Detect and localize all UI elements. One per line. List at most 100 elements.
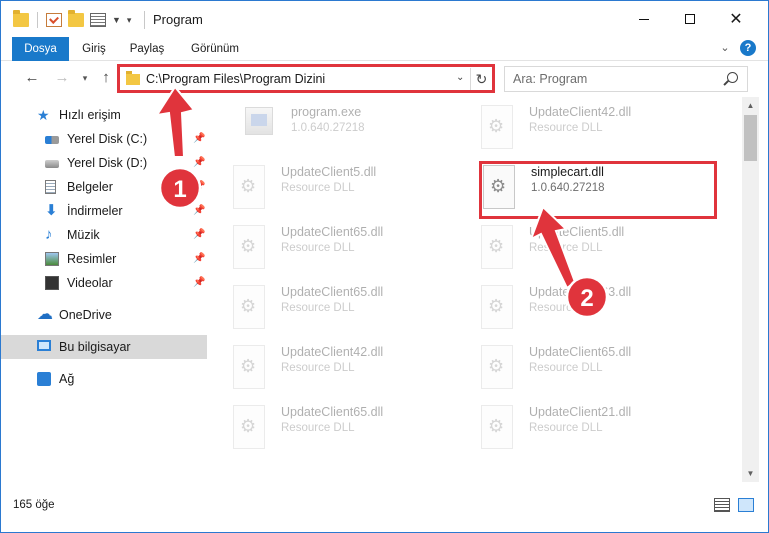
tab-file[interactable]: Dosya [12,37,69,61]
minimize-button[interactable] [621,1,667,37]
pin-icon[interactable]: 📌 [193,157,205,168]
file-type: Resource DLL [281,242,355,254]
file-type: Resource DLL [529,122,603,134]
pin-icon[interactable]: 📌 [193,277,205,288]
file-item[interactable]: UpdateClient42.dll Resource DLL [481,105,721,161]
file-type: Resource DLL [529,362,603,374]
sidebar-item-label: Yerel Disk (D:) [67,156,148,170]
file-name: UpdateClient65.dll [281,285,384,299]
close-icon: ✕ [729,11,743,28]
dll-file-icon [481,225,513,269]
pin-icon[interactable]: 📌 [193,133,205,144]
dll-file-icon [233,165,265,209]
navigation-bar: ← → ▾ ↑ C:\Program Files\Program Dizini … [1,62,768,94]
properties-icon[interactable] [90,13,106,27]
file-type: Resource DLL [529,242,603,254]
sidebar-item-label: Ağ [59,372,75,386]
file-name: UpdateClient65.dll [281,405,384,419]
pin-icon[interactable]: 📌 [193,253,205,264]
search-input[interactable] [513,71,713,87]
sidebar-item-label: Videolar [67,276,113,290]
expand-ribbon-icon[interactable]: ⌄ [718,41,732,55]
sidebar-item-label: OneDrive [59,308,112,322]
pictures-icon [45,252,59,266]
customize-toolbar-icon[interactable]: ▾ [127,15,132,26]
recent-locations-icon[interactable]: ▾ [79,68,91,88]
sidebar-item-pictures[interactable]: Resimler 📌 [1,247,207,271]
dll-file-icon [233,225,265,269]
dll-file-icon [233,285,265,329]
help-icon[interactable]: ? [740,40,756,56]
vertical-scrollbar[interactable]: ▲ ▼ [742,97,759,482]
sidebar-item-label: Resimler [67,252,117,266]
file-item[interactable]: UpdateClient5.dll Resource DLL [233,165,473,221]
file-item[interactable]: UpdateClient65.dll Resource DLL [233,285,473,341]
file-item[interactable]: UpdateClient21.dll Resource DLL [481,405,721,461]
pin-icon[interactable]: 📌 [193,181,205,192]
file-explorer-window: ▼ ▾ Program ✕ Dosya Giriş Paylaş Görünüm… [0,0,769,533]
minimize-icon [639,18,649,20]
file-item[interactable]: UpdateClient63.dll Resource DLL [481,285,721,341]
sidebar-item-onedrive[interactable]: ☁ OneDrive [1,303,207,327]
sidebar-item-quick-access[interactable]: ★ Hızlı erişim [1,103,207,127]
search-box[interactable] [504,66,748,92]
pin-icon[interactable]: 📌 [193,229,205,240]
tab-view[interactable]: Görünüm [183,37,247,61]
exe-file-icon [245,107,273,135]
sidebar-item-label: Müzik [67,228,100,242]
sidebar-item-downloads[interactable]: ⬇ İndirmeler 📌 [1,199,207,223]
file-item[interactable]: UpdateClient65.dll Resource DLL [233,225,473,281]
sidebar-item-music[interactable]: ♪ Müzik 📌 [1,223,207,247]
sidebar-item-label: Yerel Disk (C:) [67,132,148,146]
file-item[interactable]: UpdateClient65.dll Resource DLL [233,405,473,461]
file-name: UpdateClient65.dll [529,345,632,359]
file-type: Resource DLL [281,182,355,194]
sidebar-item-local-disk-c[interactable]: Yerel Disk (C:) 📌 [1,127,207,151]
file-type: Resource DLL [281,422,355,434]
file-item[interactable]: program.exe 1.0.640.27218 [243,105,483,161]
sidebar-item-label: Bu bilgisayar [59,340,131,354]
sidebar-item-videos[interactable]: Videolar 📌 [1,271,207,295]
file-type: Resource DLL [529,422,603,434]
pin-icon[interactable]: 📌 [193,205,205,216]
download-icon: ⬇ [45,202,58,219]
properties-check-icon[interactable] [46,13,62,27]
file-item[interactable]: UpdateClient42.dll Resource DLL [233,345,473,401]
file-name: UpdateClient5.dll [529,225,625,239]
title-bar: ▼ ▾ Program ✕ [1,1,768,37]
file-type: Resource DLL [281,302,355,314]
file-item[interactable]: UpdateClient65.dll Resource DLL [481,345,721,401]
file-type: Resource DLL [281,362,355,374]
disk-icon [45,160,59,168]
tab-home[interactable]: Giriş [75,37,113,61]
tab-share[interactable]: Paylaş [123,37,171,61]
scroll-down-icon[interactable]: ▼ [742,465,759,482]
forward-arrow-icon[interactable]: → [53,68,71,88]
maximize-button[interactable] [667,1,713,37]
status-bar: 165 öğe [1,493,768,517]
sidebar-item-local-disk-d[interactable]: Yerel Disk (D:) 📌 [1,151,207,175]
file-name: UpdateClient5.dll [281,165,377,179]
back-arrow-icon[interactable]: ← [23,68,41,88]
scroll-up-icon[interactable]: ▲ [742,97,759,114]
file-highlight-box [479,161,717,219]
dll-file-icon [481,105,513,149]
scroll-thumb[interactable] [744,115,757,161]
details-view-icon[interactable] [714,498,730,512]
window-title: Program [153,12,203,27]
search-icon[interactable] [727,72,738,83]
ribbon-tabs: Dosya Giriş Paylaş Görünüm ⌄ ? [1,37,768,61]
dll-file-icon [481,345,513,389]
up-arrow-icon[interactable]: ↑ [97,68,115,88]
sidebar-item-this-pc[interactable]: Bu bilgisayar [1,335,207,359]
folder-icon[interactable] [13,10,29,27]
sidebar-item-network[interactable]: Ağ [1,367,207,391]
file-name: UpdateClient21.dll [529,405,632,419]
close-button[interactable]: ✕ [713,1,759,37]
file-item[interactable]: UpdateClient5.dll Resource DLL [481,225,721,281]
sidebar-item-label: İndirmeler [67,204,123,218]
new-folder-icon[interactable] [68,10,84,27]
sidebar-item-documents[interactable]: Belgeler 📌 [1,175,207,199]
large-icons-view-icon[interactable] [738,498,754,512]
chevron-down-icon[interactable]: ▼ [112,15,121,25]
